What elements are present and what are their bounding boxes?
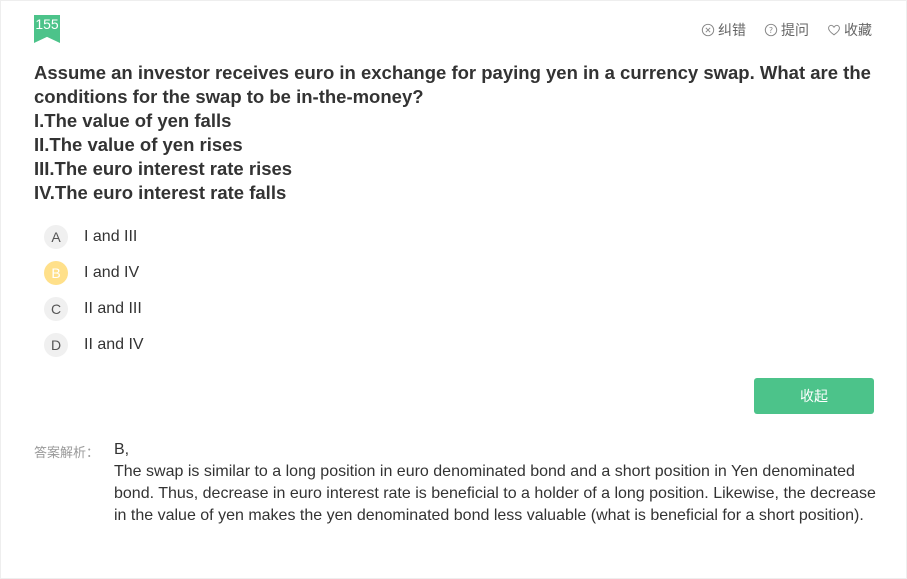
statement-2: II.The value of yen rises — [34, 134, 243, 155]
option-b[interactable]: B I and IV — [44, 255, 144, 291]
statement-1: I.The value of yen falls — [34, 110, 232, 131]
statement-3: III.The euro interest rate rises — [34, 158, 293, 179]
report-error-button[interactable]: 纠错 — [701, 20, 746, 40]
option-letter: C — [44, 297, 68, 321]
collapse-button[interactable]: 收起 — [754, 378, 874, 414]
option-text: I and IV — [84, 264, 140, 281]
heart-icon — [828, 24, 840, 36]
question-circle-icon: ? — [764, 23, 778, 37]
question-stem: Assume an investor receives euro in exch… — [34, 61, 874, 205]
option-letter-selected: B — [44, 261, 68, 285]
svg-text:?: ? — [769, 26, 773, 35]
option-c[interactable]: C II and III — [44, 291, 144, 327]
option-letter: A — [44, 225, 68, 249]
analysis-text: The swap is similar to a long position i… — [114, 463, 876, 524]
report-error-label: 纠错 — [718, 22, 746, 38]
statement-4: IV.The euro interest rate falls — [34, 182, 287, 203]
question-text: Assume an investor receives euro in exch… — [34, 62, 871, 107]
ask-question-label: 提问 — [781, 22, 809, 38]
question-card: 155 纠错 ? 提问 收藏 Assume an investor receiv… — [0, 0, 907, 579]
answer-key: B, — [114, 441, 130, 458]
x-circle-icon — [701, 23, 715, 37]
favorite-label: 收藏 — [844, 22, 872, 38]
option-a[interactable]: A I and III — [44, 219, 144, 255]
option-text: II and III — [84, 300, 142, 317]
option-text: I and III — [84, 228, 138, 245]
question-number-badge: 155 — [34, 15, 60, 43]
question-actions: 纠错 ? 提问 收藏 — [701, 20, 872, 40]
option-letter: D — [44, 333, 68, 357]
ask-question-button[interactable]: ? 提问 — [764, 20, 809, 40]
option-d[interactable]: D II and IV — [44, 327, 144, 363]
option-text: II and IV — [84, 336, 144, 353]
answer-options: A I and III B I and IV C II and III D II… — [44, 219, 144, 363]
answer-analysis: B, The swap is similar to a long positio… — [114, 439, 884, 527]
analysis-label: 答案解析： — [34, 445, 100, 460]
favorite-button[interactable]: 收藏 — [827, 20, 872, 40]
